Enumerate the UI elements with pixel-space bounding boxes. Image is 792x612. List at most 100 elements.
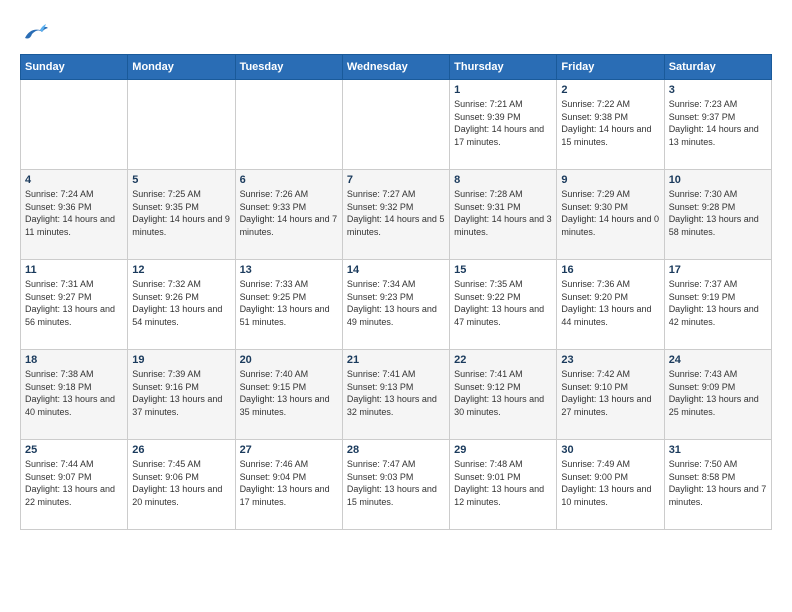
calendar-cell: 23 Sunrise: 7:42 AMSunset: 9:10 PMDaylig… bbox=[557, 350, 664, 440]
day-number: 27 bbox=[240, 444, 338, 456]
calendar-cell: 15 Sunrise: 7:35 AMSunset: 9:22 PMDaylig… bbox=[450, 260, 557, 350]
calendar-table: SundayMondayTuesdayWednesdayThursdayFrid… bbox=[20, 54, 772, 530]
calendar-cell: 3 Sunrise: 7:23 AMSunset: 9:37 PMDayligh… bbox=[664, 80, 771, 170]
day-info: Sunrise: 7:24 AMSunset: 9:36 PMDaylight:… bbox=[25, 188, 123, 238]
weekday-header-sunday: Sunday bbox=[21, 55, 128, 80]
day-info: Sunrise: 7:28 AMSunset: 9:31 PMDaylight:… bbox=[454, 188, 552, 238]
day-number: 6 bbox=[240, 174, 338, 186]
calendar-cell bbox=[235, 80, 342, 170]
day-number: 1 bbox=[454, 84, 552, 96]
calendar-cell: 28 Sunrise: 7:47 AMSunset: 9:03 PMDaylig… bbox=[342, 440, 449, 530]
day-info: Sunrise: 7:39 AMSunset: 9:16 PMDaylight:… bbox=[132, 368, 230, 418]
calendar-cell: 20 Sunrise: 7:40 AMSunset: 9:15 PMDaylig… bbox=[235, 350, 342, 440]
day-number: 5 bbox=[132, 174, 230, 186]
calendar-cell: 30 Sunrise: 7:49 AMSunset: 9:00 PMDaylig… bbox=[557, 440, 664, 530]
calendar-cell: 22 Sunrise: 7:41 AMSunset: 9:12 PMDaylig… bbox=[450, 350, 557, 440]
calendar-cell: 11 Sunrise: 7:31 AMSunset: 9:27 PMDaylig… bbox=[21, 260, 128, 350]
day-number: 28 bbox=[347, 444, 445, 456]
day-number: 8 bbox=[454, 174, 552, 186]
calendar-cell: 9 Sunrise: 7:29 AMSunset: 9:30 PMDayligh… bbox=[557, 170, 664, 260]
day-info: Sunrise: 7:40 AMSunset: 9:15 PMDaylight:… bbox=[240, 368, 338, 418]
calendar-cell: 1 Sunrise: 7:21 AMSunset: 9:39 PMDayligh… bbox=[450, 80, 557, 170]
weekday-header-thursday: Thursday bbox=[450, 55, 557, 80]
day-number: 10 bbox=[669, 174, 767, 186]
day-info: Sunrise: 7:21 AMSunset: 9:39 PMDaylight:… bbox=[454, 98, 552, 148]
calendar-cell: 26 Sunrise: 7:45 AMSunset: 9:06 PMDaylig… bbox=[128, 440, 235, 530]
weekday-header-tuesday: Tuesday bbox=[235, 55, 342, 80]
day-info: Sunrise: 7:50 AMSunset: 8:58 PMDaylight:… bbox=[669, 458, 767, 508]
week-row-2: 4 Sunrise: 7:24 AMSunset: 9:36 PMDayligh… bbox=[21, 170, 772, 260]
day-number: 7 bbox=[347, 174, 445, 186]
calendar-cell: 14 Sunrise: 7:34 AMSunset: 9:23 PMDaylig… bbox=[342, 260, 449, 350]
weekday-header-monday: Monday bbox=[128, 55, 235, 80]
day-number: 18 bbox=[25, 354, 123, 366]
weekday-header-wednesday: Wednesday bbox=[342, 55, 449, 80]
day-number: 24 bbox=[669, 354, 767, 366]
day-number: 25 bbox=[25, 444, 123, 456]
weekday-header-row: SundayMondayTuesdayWednesdayThursdayFrid… bbox=[21, 55, 772, 80]
calendar-cell: 6 Sunrise: 7:26 AMSunset: 9:33 PMDayligh… bbox=[235, 170, 342, 260]
calendar-cell: 18 Sunrise: 7:38 AMSunset: 9:18 PMDaylig… bbox=[21, 350, 128, 440]
day-info: Sunrise: 7:47 AMSunset: 9:03 PMDaylight:… bbox=[347, 458, 445, 508]
day-info: Sunrise: 7:48 AMSunset: 9:01 PMDaylight:… bbox=[454, 458, 552, 508]
week-row-5: 25 Sunrise: 7:44 AMSunset: 9:07 PMDaylig… bbox=[21, 440, 772, 530]
day-number: 23 bbox=[561, 354, 659, 366]
calendar-cell: 16 Sunrise: 7:36 AMSunset: 9:20 PMDaylig… bbox=[557, 260, 664, 350]
calendar-cell: 31 Sunrise: 7:50 AMSunset: 8:58 PMDaylig… bbox=[664, 440, 771, 530]
calendar-cell: 5 Sunrise: 7:25 AMSunset: 9:35 PMDayligh… bbox=[128, 170, 235, 260]
weekday-header-friday: Friday bbox=[557, 55, 664, 80]
calendar-cell: 27 Sunrise: 7:46 AMSunset: 9:04 PMDaylig… bbox=[235, 440, 342, 530]
calendar-cell bbox=[128, 80, 235, 170]
calendar-cell: 13 Sunrise: 7:33 AMSunset: 9:25 PMDaylig… bbox=[235, 260, 342, 350]
calendar-cell: 4 Sunrise: 7:24 AMSunset: 9:36 PMDayligh… bbox=[21, 170, 128, 260]
logo bbox=[20, 20, 54, 44]
day-number: 15 bbox=[454, 264, 552, 276]
calendar-cell: 19 Sunrise: 7:39 AMSunset: 9:16 PMDaylig… bbox=[128, 350, 235, 440]
day-number: 30 bbox=[561, 444, 659, 456]
day-info: Sunrise: 7:26 AMSunset: 9:33 PMDaylight:… bbox=[240, 188, 338, 238]
day-info: Sunrise: 7:43 AMSunset: 9:09 PMDaylight:… bbox=[669, 368, 767, 418]
day-info: Sunrise: 7:45 AMSunset: 9:06 PMDaylight:… bbox=[132, 458, 230, 508]
day-info: Sunrise: 7:38 AMSunset: 9:18 PMDaylight:… bbox=[25, 368, 123, 418]
day-info: Sunrise: 7:42 AMSunset: 9:10 PMDaylight:… bbox=[561, 368, 659, 418]
day-info: Sunrise: 7:49 AMSunset: 9:00 PMDaylight:… bbox=[561, 458, 659, 508]
day-info: Sunrise: 7:37 AMSunset: 9:19 PMDaylight:… bbox=[669, 278, 767, 328]
day-number: 11 bbox=[25, 264, 123, 276]
day-number: 14 bbox=[347, 264, 445, 276]
calendar-cell bbox=[21, 80, 128, 170]
day-info: Sunrise: 7:34 AMSunset: 9:23 PMDaylight:… bbox=[347, 278, 445, 328]
day-info: Sunrise: 7:46 AMSunset: 9:04 PMDaylight:… bbox=[240, 458, 338, 508]
day-number: 13 bbox=[240, 264, 338, 276]
day-info: Sunrise: 7:32 AMSunset: 9:26 PMDaylight:… bbox=[132, 278, 230, 328]
day-number: 26 bbox=[132, 444, 230, 456]
day-number: 12 bbox=[132, 264, 230, 276]
day-info: Sunrise: 7:31 AMSunset: 9:27 PMDaylight:… bbox=[25, 278, 123, 328]
page-header bbox=[20, 20, 772, 44]
logo-icon bbox=[20, 20, 50, 44]
day-number: 16 bbox=[561, 264, 659, 276]
calendar-cell: 2 Sunrise: 7:22 AMSunset: 9:38 PMDayligh… bbox=[557, 80, 664, 170]
day-info: Sunrise: 7:41 AMSunset: 9:13 PMDaylight:… bbox=[347, 368, 445, 418]
day-info: Sunrise: 7:41 AMSunset: 9:12 PMDaylight:… bbox=[454, 368, 552, 418]
day-number: 21 bbox=[347, 354, 445, 366]
day-info: Sunrise: 7:44 AMSunset: 9:07 PMDaylight:… bbox=[25, 458, 123, 508]
week-row-3: 11 Sunrise: 7:31 AMSunset: 9:27 PMDaylig… bbox=[21, 260, 772, 350]
calendar-cell: 8 Sunrise: 7:28 AMSunset: 9:31 PMDayligh… bbox=[450, 170, 557, 260]
day-info: Sunrise: 7:27 AMSunset: 9:32 PMDaylight:… bbox=[347, 188, 445, 238]
week-row-1: 1 Sunrise: 7:21 AMSunset: 9:39 PMDayligh… bbox=[21, 80, 772, 170]
day-info: Sunrise: 7:30 AMSunset: 9:28 PMDaylight:… bbox=[669, 188, 767, 238]
day-number: 2 bbox=[561, 84, 659, 96]
day-number: 9 bbox=[561, 174, 659, 186]
calendar-cell: 25 Sunrise: 7:44 AMSunset: 9:07 PMDaylig… bbox=[21, 440, 128, 530]
day-number: 3 bbox=[669, 84, 767, 96]
calendar-cell: 10 Sunrise: 7:30 AMSunset: 9:28 PMDaylig… bbox=[664, 170, 771, 260]
calendar-cell: 7 Sunrise: 7:27 AMSunset: 9:32 PMDayligh… bbox=[342, 170, 449, 260]
weekday-header-saturday: Saturday bbox=[664, 55, 771, 80]
calendar-cell: 29 Sunrise: 7:48 AMSunset: 9:01 PMDaylig… bbox=[450, 440, 557, 530]
day-number: 29 bbox=[454, 444, 552, 456]
day-number: 17 bbox=[669, 264, 767, 276]
calendar-cell: 21 Sunrise: 7:41 AMSunset: 9:13 PMDaylig… bbox=[342, 350, 449, 440]
day-info: Sunrise: 7:35 AMSunset: 9:22 PMDaylight:… bbox=[454, 278, 552, 328]
day-number: 31 bbox=[669, 444, 767, 456]
day-number: 19 bbox=[132, 354, 230, 366]
